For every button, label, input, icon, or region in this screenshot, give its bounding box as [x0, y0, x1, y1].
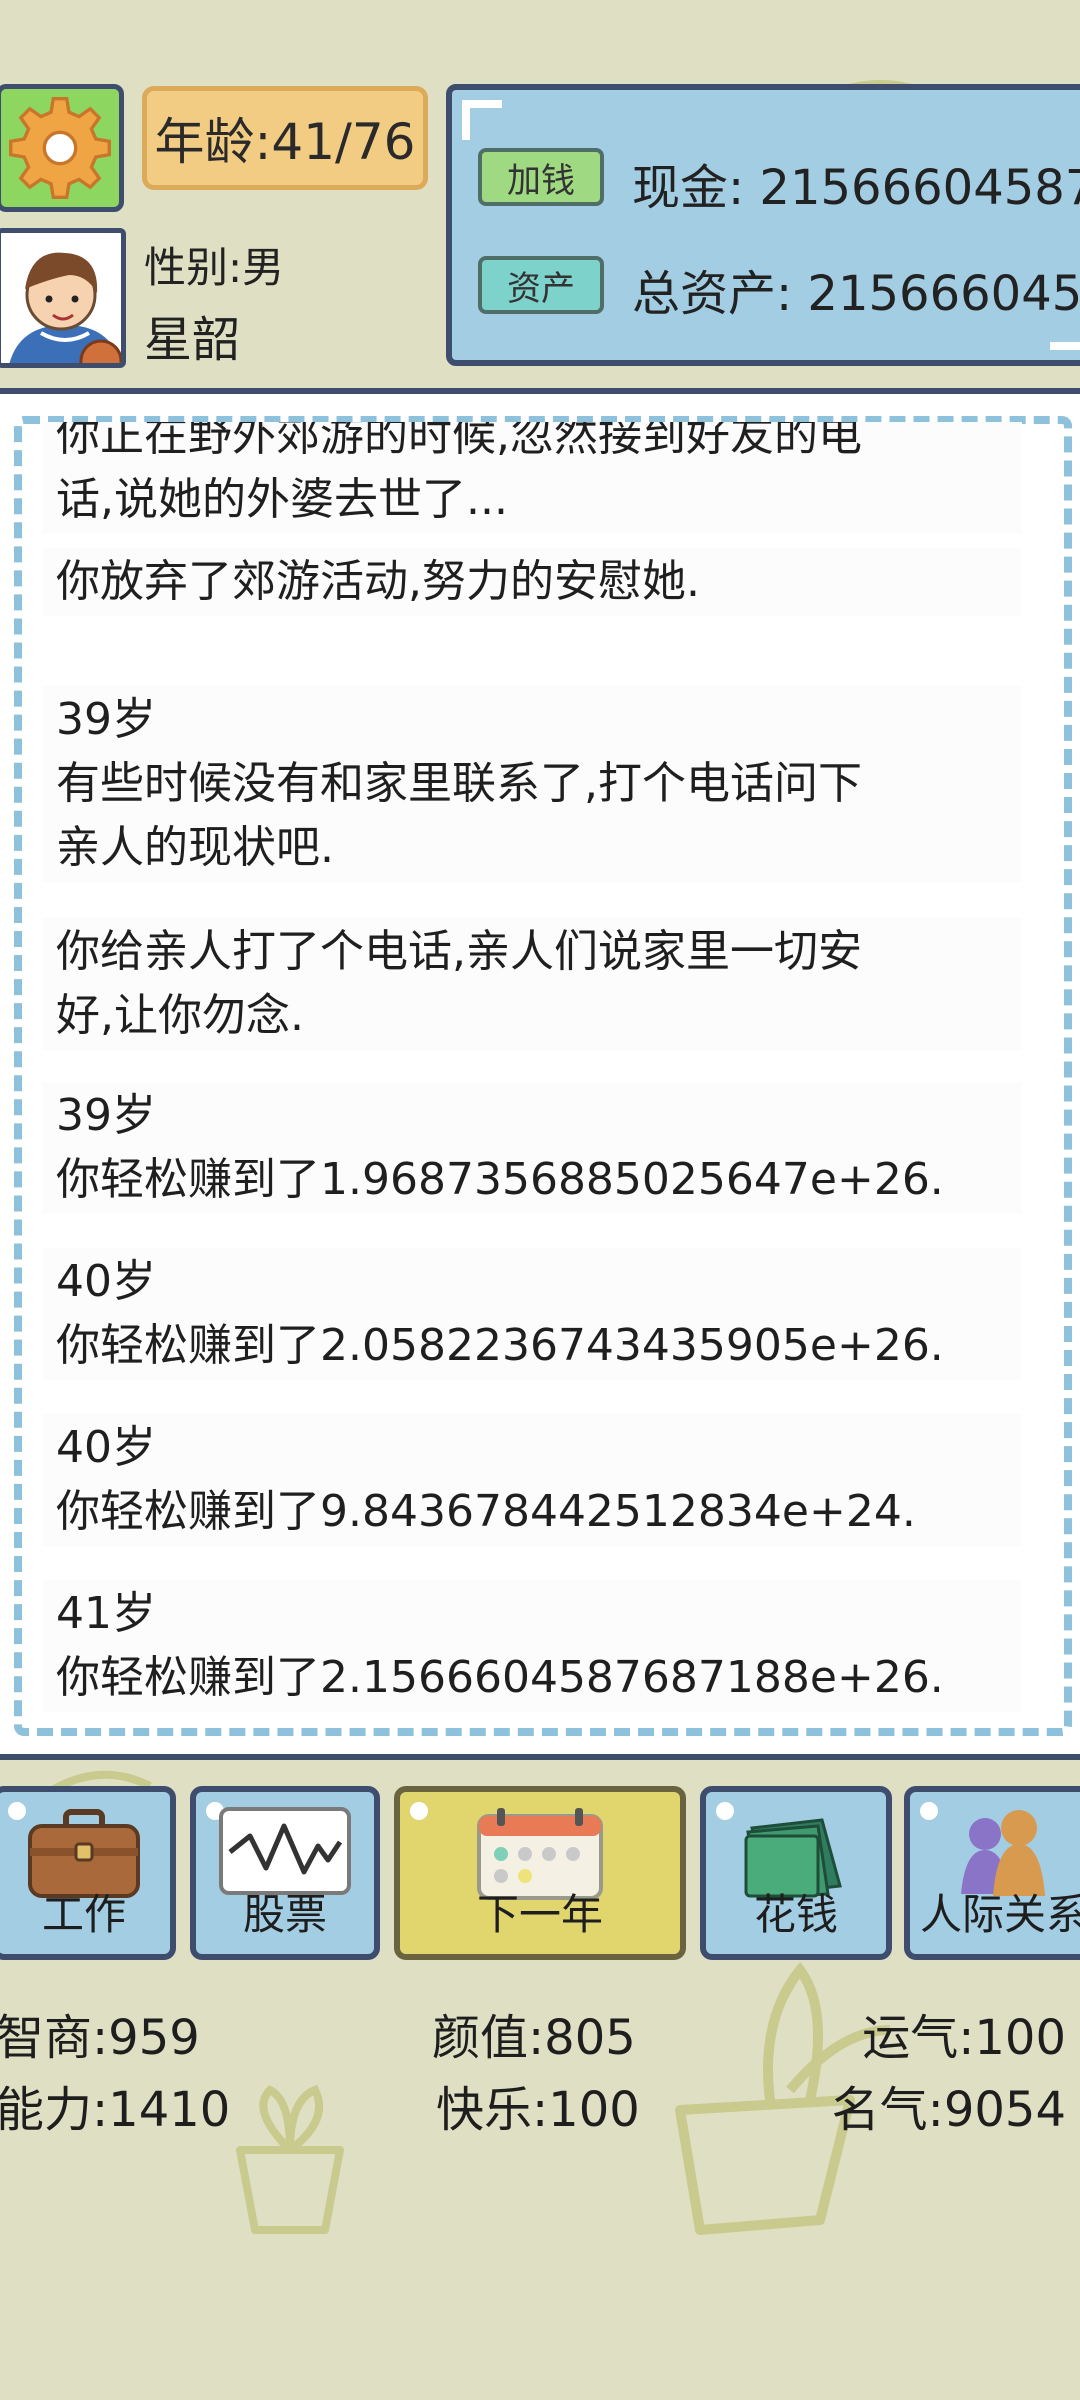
shine-dot: [920, 1802, 938, 1820]
iq-stat: 智商:959: [0, 2010, 200, 2066]
log-entry: 39岁 有些时候没有和家里联系了,打个电话问下 亲人的现状吧.: [42, 686, 1022, 882]
ability-stat: 能力:1410: [0, 2082, 231, 2138]
spend-money-button[interactable]: 花钱: [700, 1786, 892, 1960]
relationships-button[interactable]: 人际关系: [904, 1786, 1080, 1960]
gear-icon: [9, 97, 111, 199]
game-screen: 年龄:41/76 性别:男 星韶 加钱 现金: 21566604587 资产 总…: [0, 0, 1080, 2400]
cash-value: 现金: 21566604587: [632, 160, 1080, 216]
next-year-label: 下一年: [476, 1890, 603, 1939]
spend-money-label: 花钱: [753, 1890, 838, 1939]
relationships-label: 人际关系: [919, 1890, 1080, 1939]
event-log-panel[interactable]: 你正在野外郊游的时候,忽然接到好友的电 话,说她的外婆去世了... 你放弃了郊游…: [0, 388, 1080, 1760]
log-entry: 39岁 你轻松赚到了1.9687356885025647e+26.: [42, 1082, 1022, 1214]
panel-corner-decoration: [462, 100, 502, 140]
work-button[interactable]: 工作: [0, 1786, 176, 1960]
log-entry: 40岁 你轻松赚到了2.0582236743435905e+26.: [42, 1248, 1022, 1380]
gender-label: 性别:男: [144, 243, 285, 292]
luck-stat: 运气:100: [862, 2010, 1066, 2066]
stocks-button[interactable]: 股票: [190, 1786, 380, 1960]
assets-button[interactable]: 资产: [478, 256, 604, 314]
flowerpot-doodle-icon: [236, 2084, 344, 2234]
settings-button[interactable]: [0, 84, 124, 212]
avatar[interactable]: [0, 228, 126, 368]
log-entry: 你放弃了郊游活动,努力的安慰她.: [42, 548, 1022, 616]
add-money-button[interactable]: 加钱: [478, 148, 604, 206]
looks-stat: 颜值:805: [432, 2010, 636, 2066]
shine-dot: [716, 1802, 734, 1820]
age-display: 年龄:41/76: [142, 86, 428, 190]
total-assets-value: 总资产: 2156660458: [632, 266, 1080, 322]
log-entry: 你给亲人打了个电话,亲人们说家里一切安 好,让你勿念.: [42, 918, 1022, 1050]
money-panel: 加钱 现金: 21566604587 资产 总资产: 2156660458: [446, 84, 1080, 366]
log-entry: 41岁 你轻松赚到了2.1566604587687188e+26.: [42, 1580, 1022, 1712]
player-name: 星韶: [144, 312, 241, 368]
player-avatar-icon: [1, 233, 121, 363]
next-year-button[interactable]: 下一年: [394, 1786, 686, 1960]
stocks-label: 股票: [242, 1890, 327, 1939]
fame-stat: 名气:9054: [831, 2082, 1066, 2138]
work-label: 工作: [41, 1890, 126, 1939]
happiness-stat: 快乐:100: [436, 2082, 640, 2138]
shine-dot: [410, 1802, 428, 1820]
log-entry: 你正在野外郊游的时候,忽然接到好友的电 话,说她的外婆去世了...: [42, 422, 1022, 534]
log-entry: 40岁 你轻松赚到了9.843678442512834e+24.: [42, 1414, 1022, 1546]
event-log-list[interactable]: 你正在野外郊游的时候,忽然接到好友的电 话,说她的外婆去世了... 你放弃了郊游…: [42, 422, 1022, 1722]
